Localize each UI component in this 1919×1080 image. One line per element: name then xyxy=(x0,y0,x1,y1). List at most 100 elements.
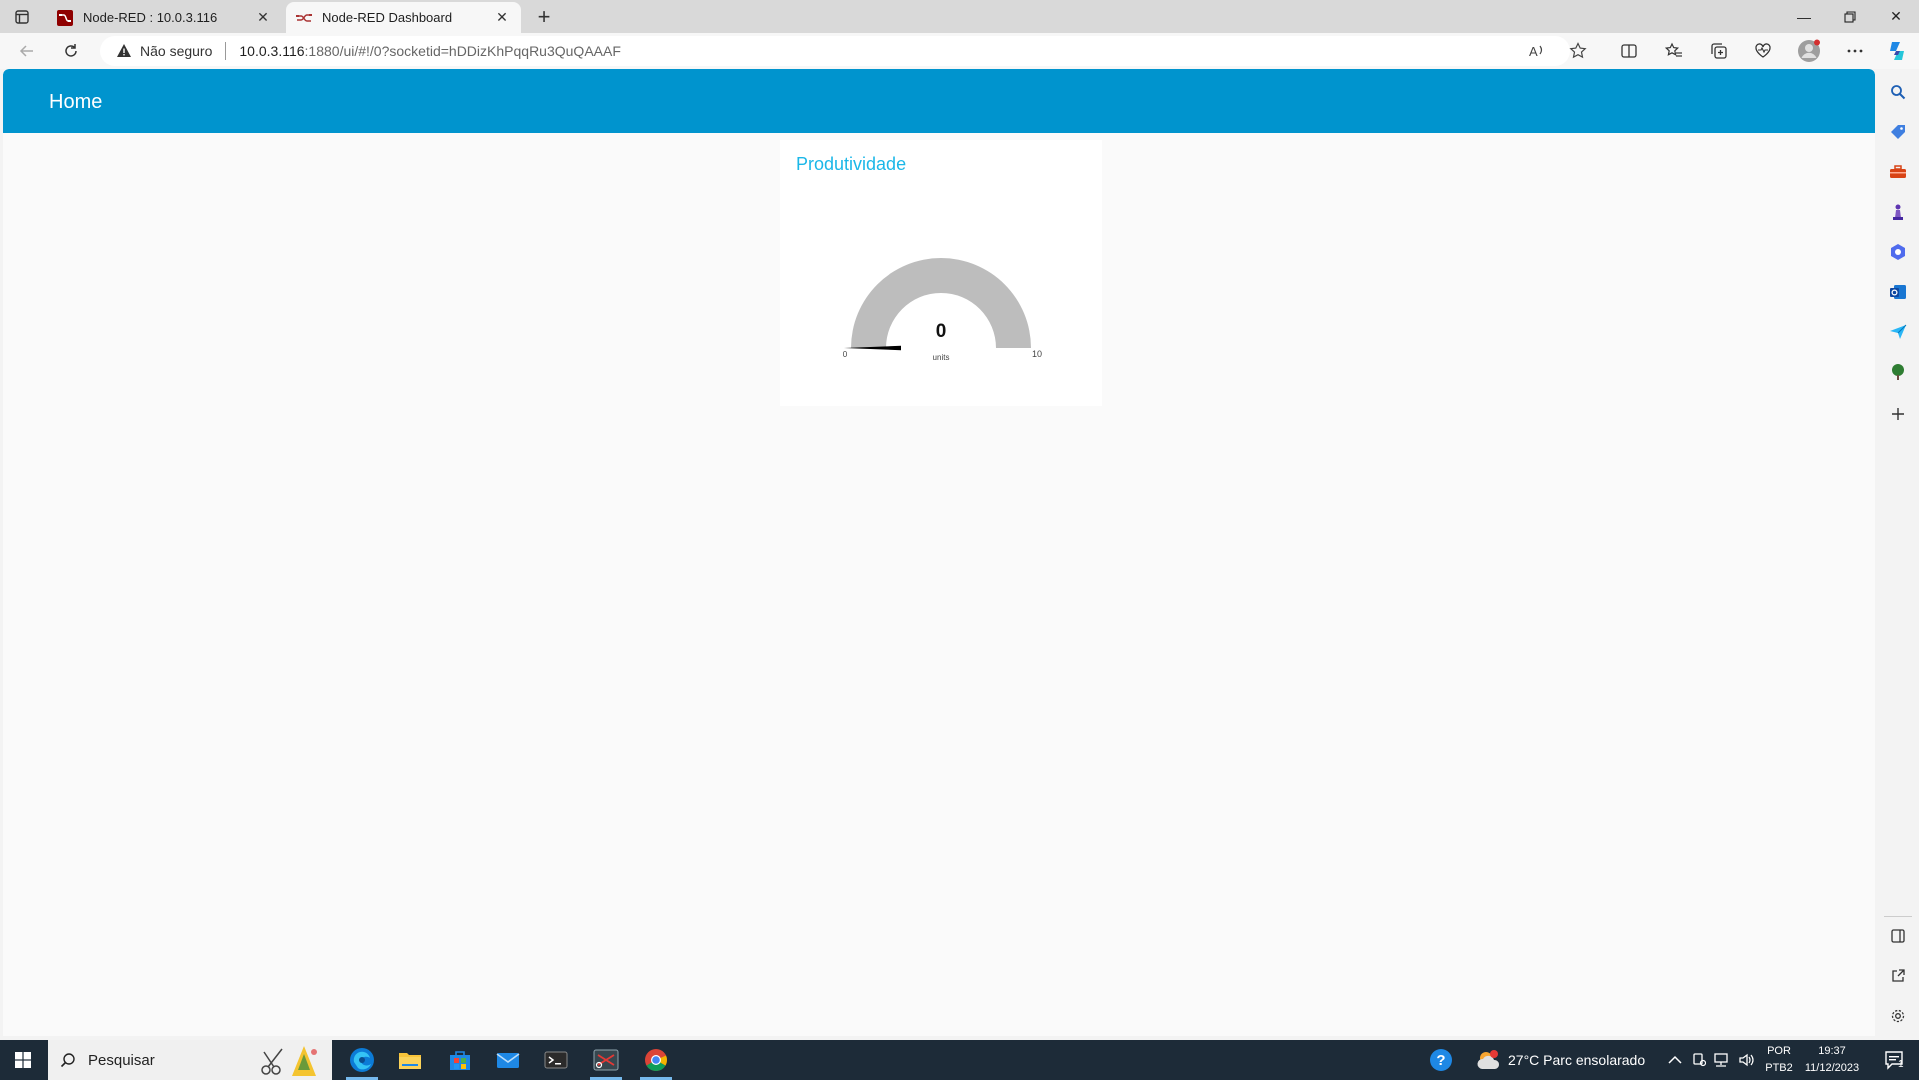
panel-icon xyxy=(1891,929,1905,943)
tab-node-red-dashboard[interactable]: Node-RED Dashboard ✕ xyxy=(286,2,521,33)
minimize-button[interactable]: — xyxy=(1781,0,1827,33)
tab-actions-icon xyxy=(15,10,29,24)
shopping-tag-icon xyxy=(1891,125,1905,139)
reload-button[interactable] xyxy=(56,37,86,65)
read-aloud-icon[interactable]: A xyxy=(1528,42,1546,60)
volume-icon[interactable] xyxy=(1738,1052,1756,1068)
taskbar-snipping-tool[interactable] xyxy=(582,1040,630,1080)
sidebar-outlook-button[interactable] xyxy=(1887,281,1909,303)
close-window-button[interactable]: ✕ xyxy=(1873,0,1919,33)
sidebar-add-button[interactable] xyxy=(1887,403,1909,425)
new-tab-button[interactable]: + xyxy=(530,4,558,30)
favorites-icon xyxy=(1665,42,1682,57)
dashboard-header: Home xyxy=(3,69,1875,133)
sidebar-tools-button[interactable] xyxy=(1887,161,1909,183)
close-tab-icon[interactable]: ✕ xyxy=(493,9,511,27)
clock-time[interactable]: 19:37 xyxy=(1800,1045,1864,1057)
warning-icon xyxy=(117,44,131,57)
windows-logo-icon xyxy=(15,1052,31,1068)
notification-count: 1 xyxy=(1898,1059,1904,1070)
sidebar-microsoft365-button[interactable] xyxy=(1887,241,1909,263)
address-bar[interactable]: Não seguro 10.0.3.116:1880/ui/#!/0?socke… xyxy=(100,36,1570,66)
collections-icon xyxy=(1711,43,1727,59)
paper-plane-icon xyxy=(1890,324,1907,339)
close-tab-icon[interactable]: ✕ xyxy=(254,9,272,27)
taskbar-file-explorer[interactable] xyxy=(386,1040,434,1080)
copilot-button[interactable] xyxy=(1885,39,1909,63)
taskbar-terminal[interactable] xyxy=(532,1040,580,1080)
taskbar-edge[interactable] xyxy=(338,1040,386,1080)
search-icon xyxy=(60,1053,75,1068)
restore-button[interactable] xyxy=(1827,0,1873,33)
edge-browser-icon xyxy=(350,1048,374,1072)
terminal-icon xyxy=(544,1051,568,1069)
tab-title: Node-RED Dashboard xyxy=(322,10,453,25)
tab-node-red-editor[interactable]: Node-RED : 10.0.3.116 ✕ xyxy=(47,2,282,33)
browser-essentials-button[interactable] xyxy=(1751,39,1775,63)
browser-toolbar: Não seguro 10.0.3.116:1880/ui/#!/0?socke… xyxy=(0,33,1919,69)
edge-sidebar xyxy=(1876,69,1919,1037)
copilot-icon xyxy=(1890,42,1904,60)
gear-icon xyxy=(1891,1009,1905,1023)
folder-icon xyxy=(399,1053,421,1069)
profile-button[interactable] xyxy=(1797,39,1821,63)
weather-text[interactable]: 27°C Parc ensolarado xyxy=(1508,1052,1645,1068)
more-dots-icon xyxy=(1847,49,1863,53)
device-icon[interactable] xyxy=(1692,1052,1706,1068)
plus-icon xyxy=(1892,408,1904,420)
windows-taskbar: Pesquisar ? 27°C Parc ensolarado POR PTB… xyxy=(0,1040,1919,1080)
search-icon xyxy=(1891,85,1906,100)
sidebar-shopping-button[interactable] xyxy=(1887,121,1909,143)
taskbar-help[interactable]: ? xyxy=(1417,1040,1465,1080)
chevron-up-icon[interactable] xyxy=(1668,1054,1682,1066)
store-icon xyxy=(450,1051,470,1070)
search-placeholder: Pesquisar xyxy=(88,1051,155,1069)
taskbar-mail[interactable] xyxy=(484,1040,532,1080)
taskbar-chrome[interactable] xyxy=(632,1040,680,1080)
collections-button[interactable] xyxy=(1707,39,1731,63)
tab-strip: Node-RED : 10.0.3.116 ✕ Node-RED Dashboa… xyxy=(0,0,1919,33)
sidebar-settings-button[interactable] xyxy=(1887,1005,1909,1027)
clock-date[interactable]: 11/12/2023 xyxy=(1800,1062,1864,1074)
chess-piece-icon xyxy=(1893,204,1903,220)
sidebar-games-button[interactable] xyxy=(1887,201,1909,223)
gauge-card: Produtividade 0 units 0 10 xyxy=(780,140,1102,406)
snipping-tool-icon xyxy=(593,1049,619,1071)
language-code[interactable]: POR xyxy=(1762,1045,1796,1057)
help-icon: ? xyxy=(1430,1049,1452,1071)
notification-center-button[interactable]: 1 xyxy=(1870,1040,1918,1080)
outlook-icon xyxy=(1890,285,1906,299)
split-screen-button[interactable] xyxy=(1617,39,1641,63)
tree-icon xyxy=(1892,364,1904,380)
back-arrow-icon xyxy=(19,45,33,57)
office-icon xyxy=(1891,244,1905,260)
mail-icon xyxy=(496,1053,520,1068)
chrome-icon xyxy=(645,1049,667,1071)
weather-icon[interactable] xyxy=(1476,1049,1502,1071)
svg-text:A: A xyxy=(1529,44,1538,59)
network-icon[interactable] xyxy=(1712,1052,1730,1068)
taskbar-search-box[interactable]: Pesquisar xyxy=(48,1040,332,1080)
back-button[interactable] xyxy=(12,37,42,65)
start-button[interactable] xyxy=(0,1040,46,1080)
gauge: 0 units 0 10 xyxy=(843,258,1042,362)
favorite-star-icon[interactable] xyxy=(1569,42,1587,60)
sidebar-search-button[interactable] xyxy=(1887,81,1909,103)
search-highlight-art-icon xyxy=(261,1046,317,1076)
url-host: 10.0.3.116 xyxy=(239,43,305,59)
dashboard-page: Home Produtividade 0 units 0 10 xyxy=(3,69,1875,1036)
sidebar-tree-button[interactable] xyxy=(1887,361,1909,383)
sidebar-hide-button[interactable] xyxy=(1887,925,1909,947)
tab-title: Node-RED : 10.0.3.116 xyxy=(83,10,218,25)
security-label[interactable]: Não seguro xyxy=(140,43,212,59)
taskbar-store[interactable] xyxy=(436,1040,484,1080)
sidebar-open-external-button[interactable] xyxy=(1887,965,1909,987)
gauge-min-label: 0 xyxy=(843,350,848,359)
sidebar-drop-button[interactable] xyxy=(1887,321,1909,343)
settings-more-button[interactable] xyxy=(1843,39,1867,63)
avatar-icon xyxy=(1798,39,1820,62)
keyboard-layout[interactable]: PTB2 xyxy=(1762,1062,1796,1074)
tab-actions-button[interactable] xyxy=(8,5,36,29)
favorites-button[interactable] xyxy=(1662,39,1686,63)
toolbox-icon xyxy=(1890,165,1906,178)
